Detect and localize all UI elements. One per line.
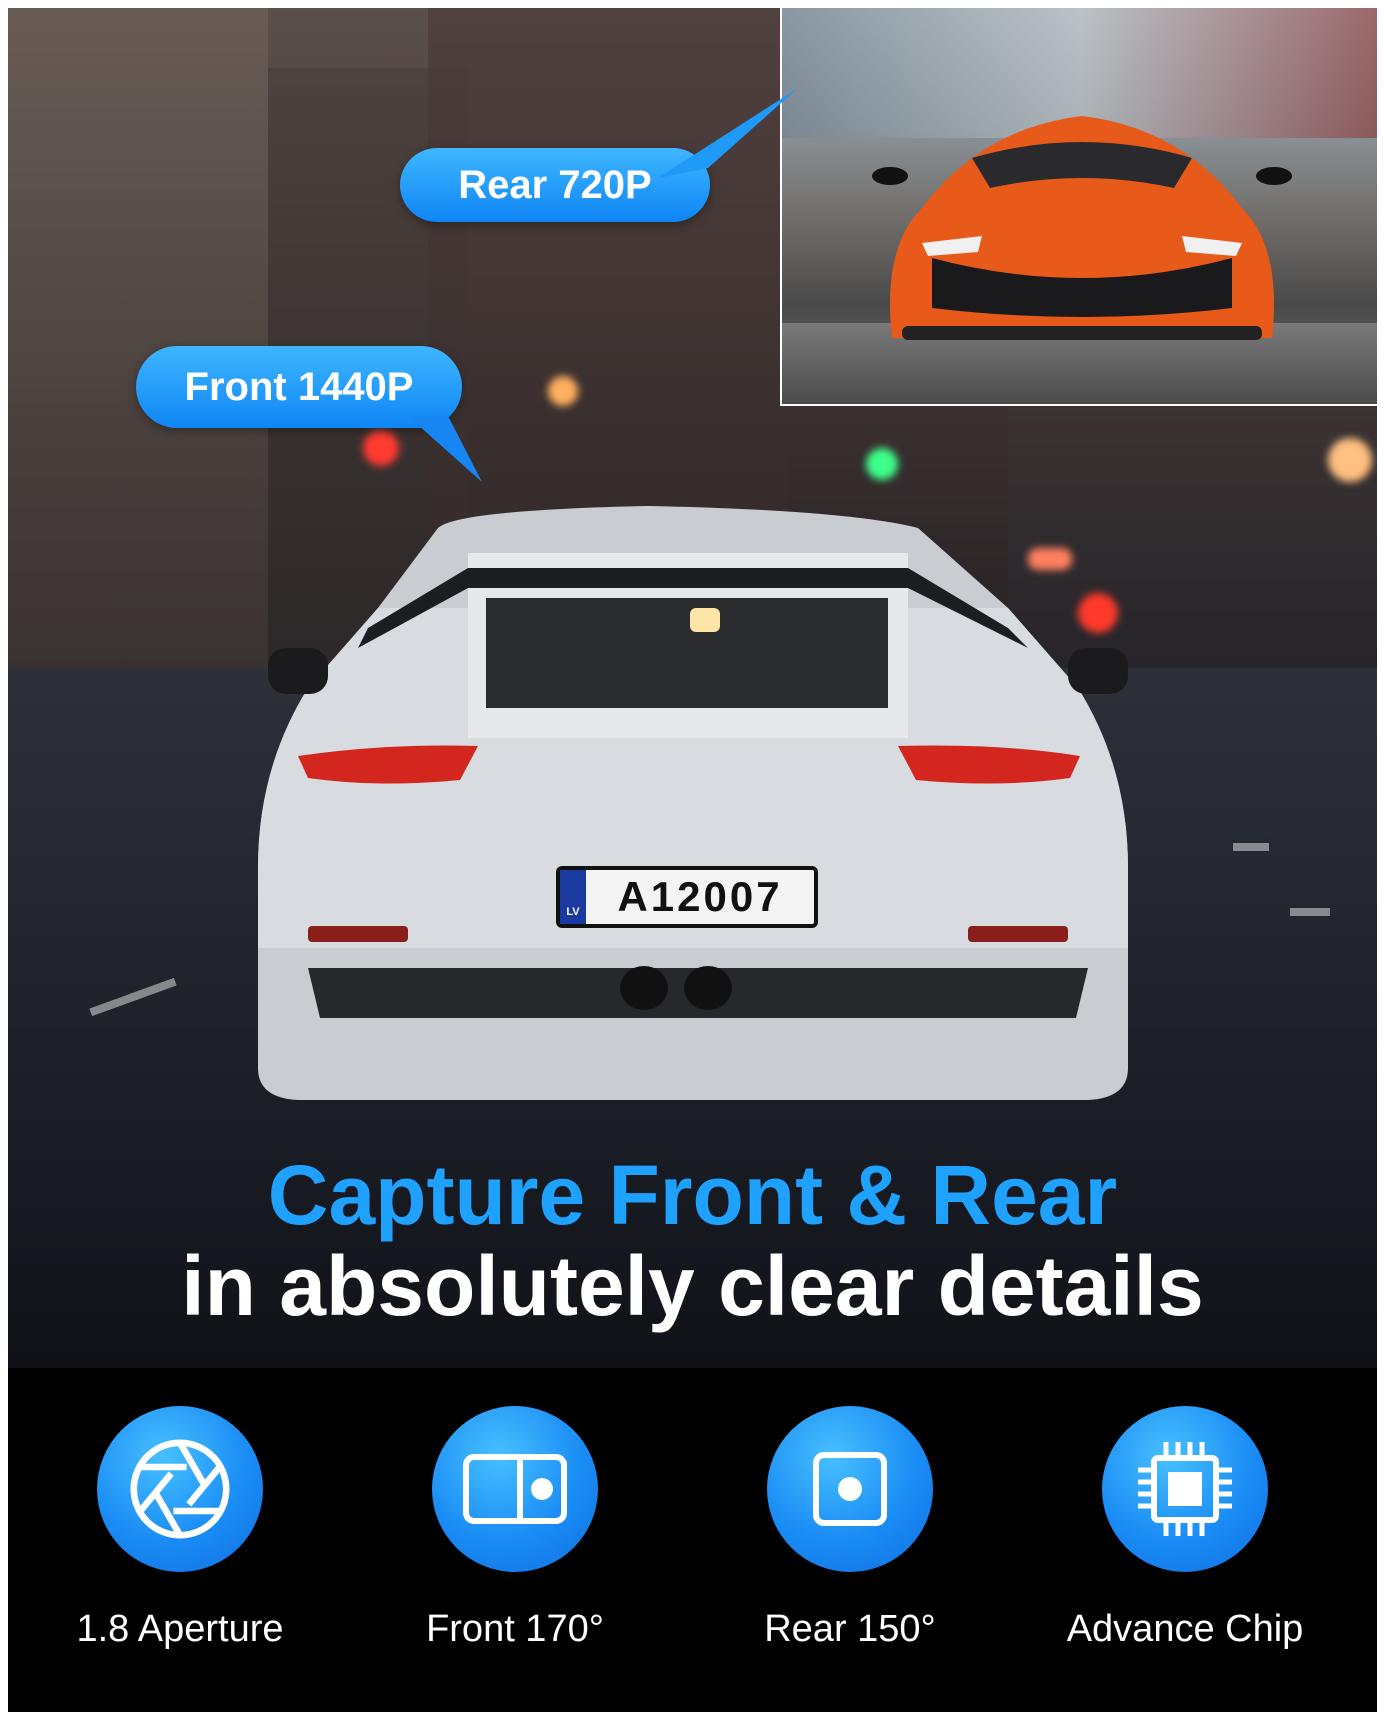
- front-resolution-label: Front 1440P: [184, 364, 414, 409]
- rear-callout-tail: [658, 88, 798, 178]
- feature-label: Front 170°: [426, 1608, 604, 1650]
- chip-icon: [1102, 1406, 1268, 1572]
- rear-camera-view: [780, 8, 1377, 406]
- orange-supercar: [872, 116, 1292, 340]
- front-camera-icon: [432, 1406, 598, 1572]
- headline-primary: Capture Front & Rear: [267, 1148, 1118, 1242]
- feature-label: Advance Chip: [1066, 1608, 1304, 1650]
- license-plate: LV A12007: [556, 866, 818, 928]
- rear-resolution-label: Rear 720P: [458, 162, 652, 207]
- plate-number: A12007: [617, 873, 783, 920]
- plate-country-strip: LV: [560, 870, 586, 924]
- feature-rear-angle: Rear 150°: [690, 1406, 1010, 1676]
- feature-aperture: 1.8 Aperture: [20, 1406, 340, 1676]
- headline-secondary: in absolutely clear details: [181, 1239, 1204, 1333]
- feature-label: Rear 150°: [764, 1608, 936, 1650]
- feature-chip: Advance Chip: [1025, 1406, 1345, 1676]
- rear-camera-icon: [767, 1406, 933, 1572]
- plate-country-code: LV: [566, 906, 580, 918]
- feature-label: 1.8 Aperture: [76, 1608, 284, 1650]
- front-callout-tail: [408, 416, 482, 482]
- feature-front-angle: Front 170°: [355, 1406, 675, 1676]
- aperture-icon: [97, 1406, 263, 1572]
- product-banner: LV A12007 Rear 720P Front 1440P Capture: [8, 8, 1377, 1712]
